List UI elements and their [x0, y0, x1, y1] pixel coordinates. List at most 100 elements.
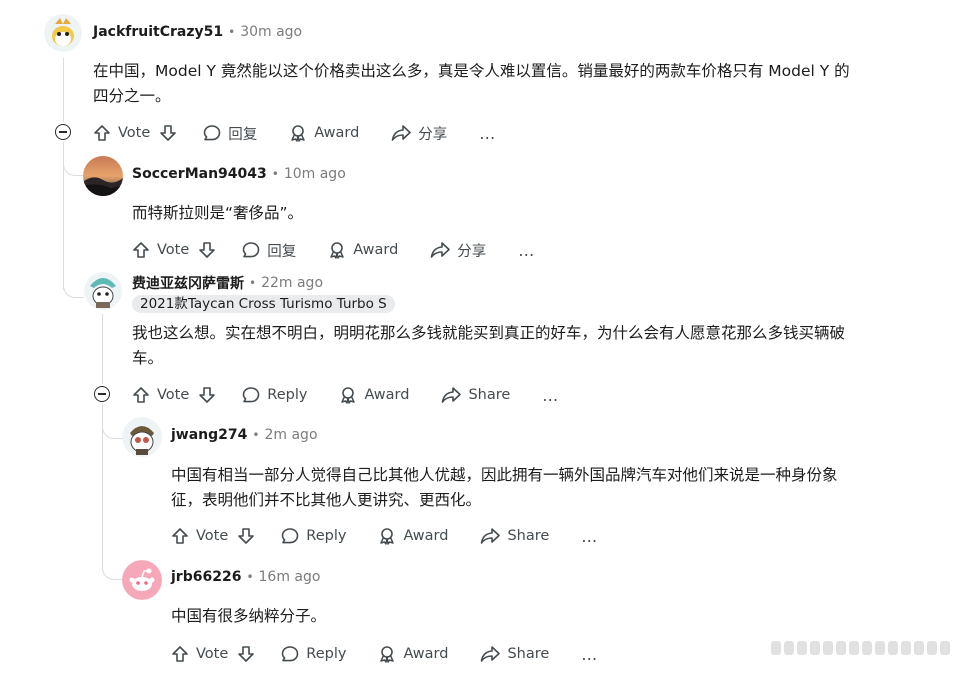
- comment-actions: Vote Reply Award Share …: [171, 522, 598, 550]
- comment-bubble-icon: [203, 125, 221, 141]
- share-label: Share: [507, 646, 550, 662]
- share-button[interactable]: 分享: [391, 123, 447, 144]
- comment-actions: Vote Reply Award Share …: [171, 640, 598, 668]
- downvote-button[interactable]: [198, 241, 216, 259]
- username[interactable]: jrb66226: [171, 569, 241, 585]
- more-options-button[interactable]: …: [542, 386, 559, 405]
- avatar[interactable]: [84, 272, 122, 310]
- reply-label: 回复: [228, 126, 258, 143]
- avatar[interactable]: [122, 560, 162, 600]
- thread-connector: [63, 155, 84, 176]
- reply-button[interactable]: Reply: [242, 386, 307, 404]
- thread-connector: [102, 418, 123, 439]
- more-options-icon: …: [581, 644, 599, 664]
- downvote-button[interactable]: [159, 124, 177, 142]
- more-options-button[interactable]: …: [518, 241, 535, 260]
- timestamp[interactable]: 22m ago: [261, 275, 323, 291]
- share-icon: [442, 387, 462, 403]
- upvote-button[interactable]: Vote: [93, 124, 150, 142]
- comment-bubble-icon: [242, 387, 260, 403]
- comment-text-line: 而特斯拉则是“奢侈品”。: [132, 204, 304, 222]
- avatar[interactable]: [83, 156, 123, 196]
- upvote-button[interactable]: Vote: [132, 241, 189, 259]
- comment-text-line: 四分之一。: [93, 87, 171, 105]
- downvote-button[interactable]: [237, 645, 255, 663]
- timestamp[interactable]: 16m ago: [259, 569, 321, 585]
- upvote-button[interactable]: Vote: [132, 386, 189, 404]
- share-icon: [481, 646, 501, 662]
- more-options-icon: …: [581, 526, 599, 546]
- award-button[interactable]: Award: [328, 241, 398, 259]
- share-button[interactable]: Share: [480, 527, 549, 545]
- landscape-avatar-icon: [83, 156, 123, 196]
- username[interactable]: 费迪亚兹冈萨雷斯: [132, 273, 244, 293]
- reply-label: 回复: [267, 243, 297, 260]
- comment-text-line: 我也这么想。实在想不明白，明明花那么多钱就能买到真正的好车，为什么会有人愿意花那…: [132, 324, 846, 342]
- arrow-up-icon: [133, 242, 149, 258]
- share-button[interactable]: 分享: [430, 240, 486, 261]
- award-button[interactable]: Award: [289, 124, 359, 142]
- downvote-button[interactable]: [198, 386, 216, 404]
- award-button[interactable]: Award: [339, 386, 409, 404]
- award-icon: [291, 125, 306, 142]
- snoo-avatar-icon: [84, 272, 122, 310]
- reply-button[interactable]: 回复: [242, 240, 296, 261]
- separator-dot: •: [249, 276, 257, 290]
- vote-label: Vote: [157, 242, 190, 258]
- thread-connector: [102, 559, 123, 580]
- timestamp[interactable]: 2m ago: [264, 427, 317, 443]
- more-options-button[interactable]: …: [581, 645, 598, 664]
- arrow-up-icon: [172, 528, 188, 544]
- more-options-icon: …: [542, 385, 560, 405]
- collapse-thread-button[interactable]: [55, 124, 71, 140]
- username[interactable]: JackfruitCrazy51: [93, 24, 223, 40]
- comment-text-line: 中国有很多纳粹分子。: [171, 607, 327, 625]
- username[interactable]: SoccerMan94043: [132, 166, 267, 182]
- award-button[interactable]: Award: [378, 527, 448, 545]
- comment-body: 我也这么想。实在想不明白，明明花那么多钱就能买到真正的好车，为什么会有人愿意花那…: [132, 321, 932, 371]
- timestamp[interactable]: 30m ago: [240, 24, 302, 40]
- comment-actions: Vote Reply Award Share …: [132, 381, 559, 409]
- timestamp[interactable]: 10m ago: [284, 166, 346, 182]
- username[interactable]: jwang274: [171, 427, 247, 443]
- reply-button[interactable]: 回复: [203, 123, 257, 144]
- downvote-button[interactable]: [237, 527, 255, 545]
- vote-label: Vote: [196, 528, 229, 544]
- reply-button[interactable]: Reply: [281, 527, 346, 545]
- watermark: [771, 641, 950, 655]
- snoo-avatar-icon: [44, 14, 82, 52]
- comment-meta: jwang274 • 2m ago: [171, 425, 318, 445]
- upvote-button[interactable]: Vote: [171, 645, 228, 663]
- collapse-thread-button[interactable]: [94, 386, 110, 402]
- award-icon: [380, 646, 395, 663]
- comment-body: 而特斯拉则是“奢侈品”。: [132, 201, 932, 226]
- upvote-button[interactable]: Vote: [171, 527, 228, 545]
- reply-button[interactable]: Reply: [281, 645, 346, 663]
- separator-dot: •: [246, 570, 254, 584]
- award-button[interactable]: Award: [378, 645, 448, 663]
- more-options-button[interactable]: …: [581, 527, 598, 546]
- separator-dot: •: [252, 428, 260, 442]
- reply-label: Reply: [306, 528, 347, 544]
- share-button[interactable]: Share: [480, 645, 549, 663]
- comment-bubble-icon: [242, 242, 260, 258]
- arrow-up-icon: [133, 387, 149, 403]
- share-label: Share: [468, 387, 511, 403]
- award-label: Award: [364, 387, 410, 403]
- snoo-avatar-icon: [122, 417, 162, 457]
- award-label: Award: [314, 125, 360, 141]
- award-label: Award: [353, 242, 399, 258]
- award-icon: [380, 528, 395, 545]
- comment-text-line: 在中国，Model Y 竟然能以这个价格卖出这么多，真是令人难以置信。销量最好的…: [93, 62, 850, 80]
- share-button[interactable]: Share: [441, 386, 510, 404]
- avatar[interactable]: [122, 417, 162, 457]
- comment-body: 中国有很多纳粹分子。: [171, 604, 941, 629]
- user-flair-badge: 2021款Taycan Cross Turismo Turbo S: [132, 295, 395, 313]
- more-options-button[interactable]: …: [479, 124, 496, 143]
- comment-body: 在中国，Model Y 竟然能以这个价格卖出这么多，真是令人难以置信。销量最好的…: [93, 59, 933, 109]
- separator-dot: •: [271, 167, 279, 181]
- avatar[interactable]: [44, 14, 82, 52]
- comment-text-line: 车。: [132, 349, 164, 367]
- award-label: Award: [403, 646, 449, 662]
- reply-label: Reply: [267, 387, 308, 403]
